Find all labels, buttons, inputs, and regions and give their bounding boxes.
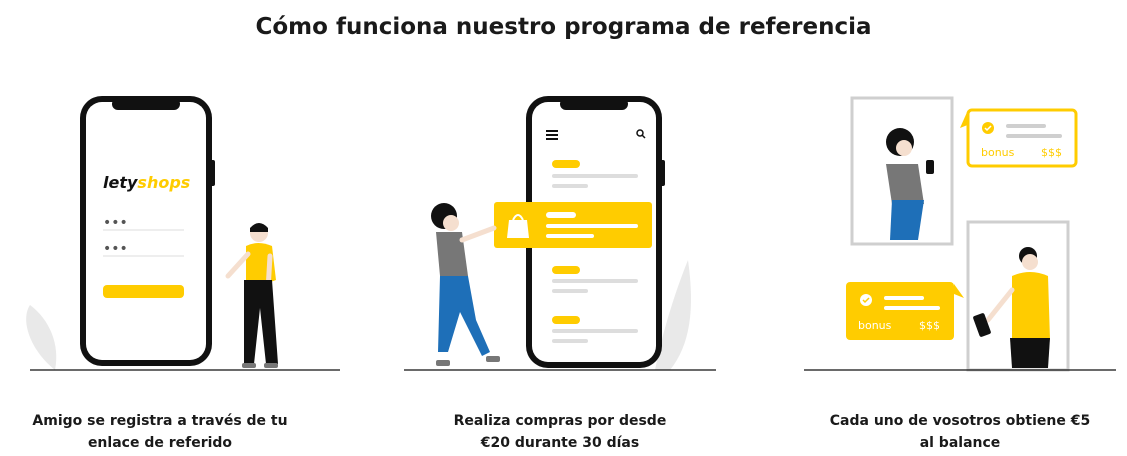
step-2-caption-line-1: Realiza compras por desde [453, 413, 667, 429]
step-1-caption-line-2: enlace de referido [87, 435, 233, 451]
bonus-label-bottom: bonus [858, 319, 892, 332]
step-2-illustration [404, 96, 716, 371]
shopping-bag-icon [507, 220, 529, 238]
step-1-caption: Amigo se registra a través de tu enlace … [0, 410, 320, 454]
step-2-caption-line-2: €20 durante 30 días [480, 435, 640, 451]
step-3: bonus $$$ bonus $$$ Cada uno de vosotros… [800, 80, 1127, 451]
bonus-label-top: bonus [981, 146, 1015, 159]
bonus-amount-top: $$$ [1041, 146, 1062, 159]
step-3-illustration: bonus $$$ bonus $$$ [804, 96, 1116, 372]
step-3-caption-line-2: al balance [919, 435, 1001, 451]
letyshops-logo: letyshops [103, 173, 190, 192]
step-2: Realiza compras por desde €20 durante 30… [400, 80, 720, 451]
step-3-caption-line-1: Cada uno de vosotros obtiene €5 [829, 413, 1091, 429]
page-title: Cómo funciona nuestro programa de refere… [255, 14, 872, 40]
step-3-caption: Cada uno de vosotros obtiene €5 al balan… [800, 410, 1120, 454]
step-1-illustration: letyshops ••• ••• [26, 96, 340, 371]
step-2-caption: Realiza compras por desde €20 durante 30… [400, 410, 720, 454]
password-mask-1: ••• [103, 215, 128, 231]
step-1: letyshops ••• ••• Amigo se registra a tr… [0, 80, 340, 451]
password-mask-2: ••• [103, 241, 128, 257]
register-button [103, 285, 184, 298]
bonus-amount-bottom: $$$ [919, 319, 940, 332]
step-1-caption-line-1: Amigo se registra a través de tu [32, 413, 288, 429]
